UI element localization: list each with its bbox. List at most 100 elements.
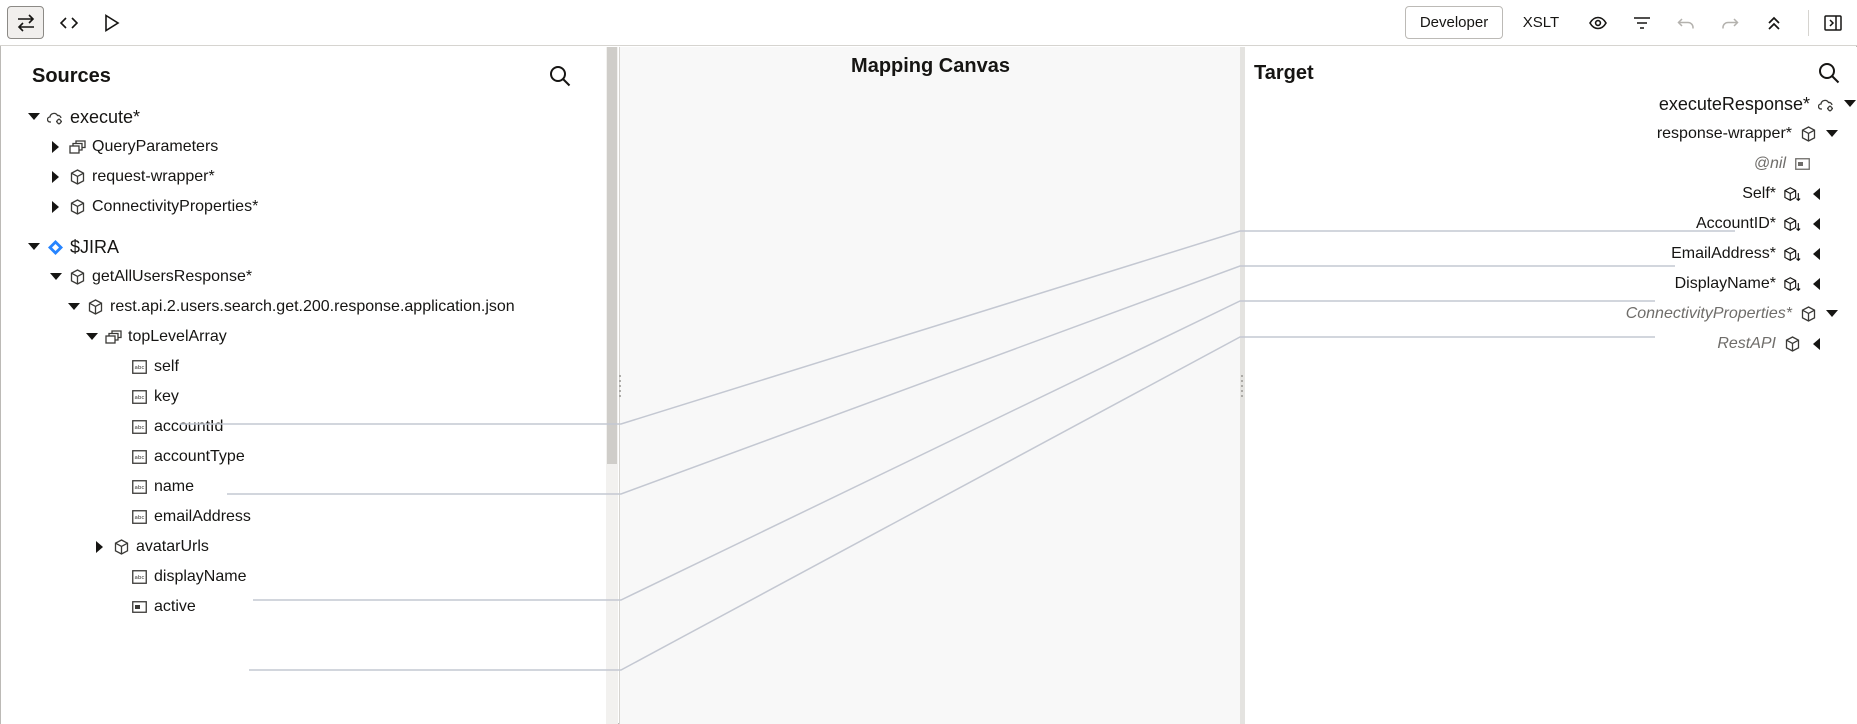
resize-grip-icon[interactable] [1240, 373, 1244, 401]
target-node-connectivityproperties[interactable]: ConnectivityProperties * [1626, 301, 1857, 327]
caret-left-icon[interactable] [1809, 217, 1823, 231]
caret-down-icon[interactable] [27, 240, 41, 254]
caret-right-icon[interactable] [49, 170, 63, 184]
mapped-cube-icon [1784, 276, 1801, 293]
tree-leaf-emailaddress[interactable]: abc emailAddress [131, 504, 251, 530]
redo-button[interactable] [1714, 6, 1746, 39]
target-node-self[interactable]: Self * [1742, 181, 1857, 207]
caret-left-icon[interactable] [1809, 277, 1823, 291]
tree-leaf-accountid[interactable]: abc accountId [131, 414, 223, 440]
resize-grip-icon[interactable] [618, 373, 622, 401]
string-field-icon: abc [131, 449, 148, 466]
caret-right-icon[interactable] [49, 140, 63, 154]
filter-button[interactable] [1626, 6, 1658, 39]
caret-left-icon[interactable] [1809, 247, 1823, 261]
tree-node-label: displayName [154, 568, 247, 585]
search-icon [550, 66, 571, 87]
swap-arrows-icon [17, 13, 34, 32]
target-node-displayname[interactable]: DisplayName * [1675, 271, 1857, 297]
caret-down-icon[interactable] [1843, 97, 1857, 111]
svg-text:abc: abc [135, 575, 145, 581]
tree-node-queryparameters[interactable]: QueryParameters [49, 134, 218, 160]
tree-node-label: accountType [154, 448, 245, 465]
tree-node-label: topLevelArray [128, 328, 227, 345]
tree-node-label: emailAddress [154, 508, 251, 525]
required-marker: * [252, 198, 259, 215]
tree-leaf-name[interactable]: abc name [131, 474, 194, 500]
cloud-gear-icon [1818, 96, 1835, 113]
string-field-icon: abc [131, 389, 148, 406]
tree-leaf-self[interactable]: abc self [131, 354, 179, 380]
tree-node-connectivityproperties[interactable]: ConnectivityProperties * [49, 194, 258, 220]
target-node-emailaddress[interactable]: EmailAddress * [1671, 241, 1857, 267]
required-marker: * [1769, 245, 1776, 262]
tree-leaf-displayname[interactable]: abc displayName [131, 564, 246, 590]
string-field-icon: abc [131, 419, 148, 436]
caret-left-icon[interactable] [1809, 187, 1823, 201]
undo-button[interactable] [1670, 6, 1702, 39]
cloud-gear-icon [47, 109, 64, 126]
developer-mode-button[interactable]: Developer [1405, 6, 1503, 39]
tree-node-toplevelarray[interactable]: topLevelArray [85, 324, 227, 350]
double-chevron-up-icon [1768, 16, 1780, 30]
tree-node-avatarurls[interactable]: avatarUrls [93, 534, 209, 560]
tree-node-label: EmailAddress [1671, 245, 1770, 262]
toggle-panel-button[interactable] [1816, 6, 1850, 39]
tree-node-label: RestAPI [1717, 335, 1776, 352]
tree-node-label: AccountID [1695, 215, 1770, 232]
tree-node-label: ConnectivityProperties [1625, 305, 1786, 322]
caret-down-icon[interactable] [85, 330, 99, 344]
tree-node-getallusersresponse[interactable]: getAllUsersResponse * [49, 264, 252, 290]
code-view-button[interactable] [53, 6, 85, 39]
caret-right-icon[interactable] [49, 200, 63, 214]
target-attr-nil[interactable]: @nil [1754, 151, 1857, 177]
tree-leaf-active[interactable]: active [131, 594, 196, 620]
mapped-cube-icon [1784, 216, 1801, 233]
cube-icon [1784, 336, 1801, 353]
collection-icon [69, 139, 86, 156]
tree-leaf-accounttype[interactable]: abc accountType [131, 444, 245, 470]
target-node-response-wrapper[interactable]: response-wrapper * [1657, 121, 1857, 147]
tree-node-label: ConnectivityProperties [92, 198, 253, 215]
caret-down-icon[interactable] [27, 110, 41, 124]
sources-title: Sources [32, 65, 111, 87]
tree-node-label: @nil [1753, 155, 1786, 172]
caret-down-icon[interactable] [1825, 307, 1839, 321]
tree-node-label: request-wrapper [92, 168, 209, 185]
mapped-cube-icon [1784, 246, 1801, 263]
tree-node-label: name [154, 478, 195, 495]
tree-node-execute[interactable]: execute * [27, 104, 140, 130]
tree-node-jira[interactable]: $JIRA [27, 234, 119, 260]
target-node-restapi[interactable]: RestAPI [1717, 331, 1857, 357]
target-node-executeresponse[interactable]: executeResponse * [1659, 91, 1857, 117]
caret-right-icon[interactable] [93, 540, 107, 554]
tree-node-response-json[interactable]: rest.api.2.users.search.get.200.response… [67, 294, 515, 320]
required-marker: * [133, 106, 141, 127]
target-search-button[interactable] [1815, 59, 1843, 87]
svg-text:abc: abc [135, 515, 145, 521]
swap-arrows-button[interactable] [7, 6, 44, 39]
caret-down-icon[interactable] [1825, 127, 1839, 141]
test-run-button[interactable] [96, 6, 128, 39]
svg-text:abc: abc [135, 485, 145, 491]
tree-node-label: response-wrapper [1656, 125, 1786, 142]
code-icon [60, 16, 78, 29]
xslt-button[interactable]: XSLT [1512, 6, 1570, 39]
required-marker: * [1769, 185, 1776, 202]
caret-left-icon[interactable] [1809, 337, 1823, 351]
eye-icon [1589, 16, 1607, 29]
caret-down-icon[interactable] [49, 270, 63, 284]
cube-icon [1800, 306, 1817, 323]
collapse-all-button[interactable] [1758, 6, 1790, 39]
tree-node-request-wrapper[interactable]: request-wrapper * [49, 164, 215, 190]
preview-button[interactable] [1582, 6, 1614, 39]
tree-leaf-key[interactable]: abc key [131, 384, 179, 410]
caret-down-icon[interactable] [67, 300, 81, 314]
attribute-icon [1794, 156, 1811, 173]
required-marker: * [208, 168, 215, 185]
target-node-accountid[interactable]: AccountID * [1696, 211, 1857, 237]
sources-scrollbar-thumb[interactable] [607, 47, 617, 464]
svg-text:abc: abc [135, 425, 145, 431]
sources-search-button[interactable] [546, 62, 574, 90]
mapping-canvas[interactable]: Mapping Canvas [619, 47, 1240, 724]
